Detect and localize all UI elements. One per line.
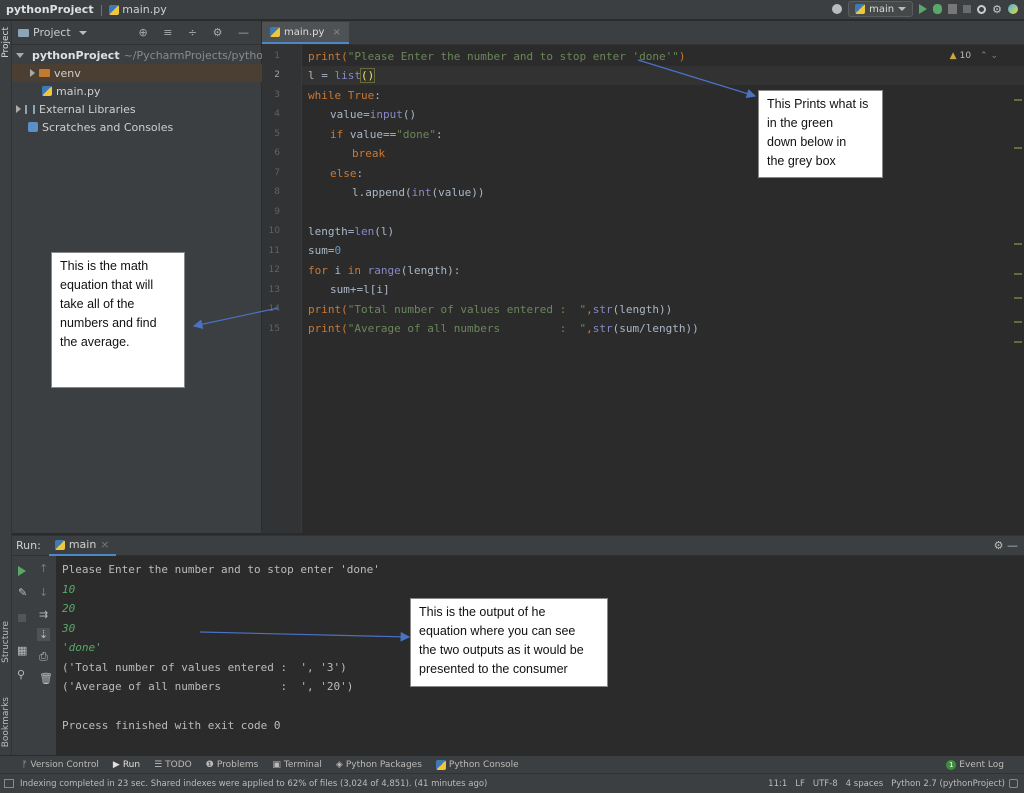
annotation-arrow-3 — [199, 631, 411, 642]
note-line: in the green — [767, 116, 834, 130]
note-line: down below in — [767, 135, 847, 149]
annotation-note-math: This is the math equation that will take… — [51, 252, 185, 388]
note-line: the two outputs as it would be — [419, 643, 584, 657]
annotation-arrow-2 — [192, 307, 279, 329]
note-line: the average. — [60, 335, 130, 349]
note-line: take all of the — [60, 297, 135, 311]
note-line: numbers and find — [60, 316, 157, 330]
note-line: presented to the consumer — [419, 662, 568, 676]
note-line: This Prints what is — [767, 97, 869, 111]
annotation-note-output: This is the output of he equation where … — [410, 598, 608, 687]
note-line: equation where you can see — [419, 624, 576, 638]
note-line: This is the math — [60, 259, 149, 273]
note-line: This is the output of he — [419, 605, 546, 619]
annotation-note-print: This Prints what is in the green down be… — [758, 90, 883, 178]
annotation-arrow-1 — [637, 59, 757, 99]
note-line: the grey box — [767, 154, 836, 168]
note-line: equation that will — [60, 278, 154, 292]
